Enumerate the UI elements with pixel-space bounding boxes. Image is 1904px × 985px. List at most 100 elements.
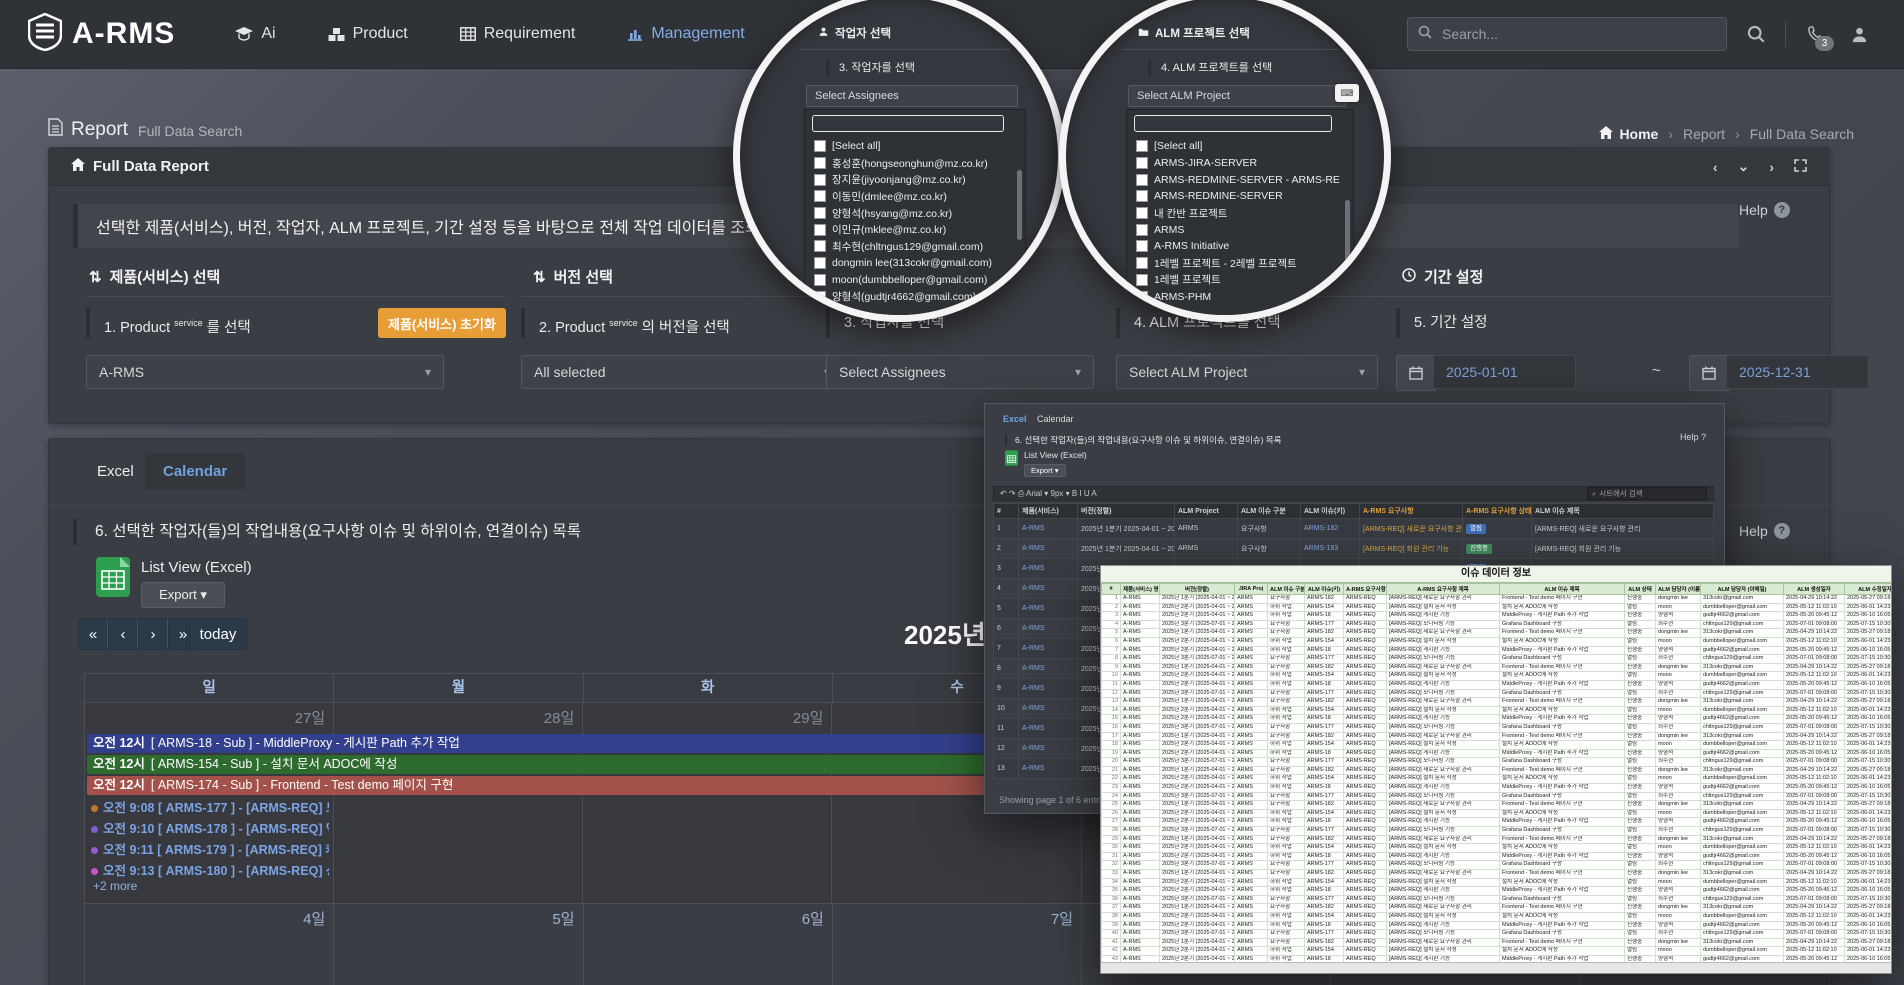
assignee-select[interactable]: Select Assignees: [806, 85, 1018, 107]
help-button[interactable]: Help?: [1739, 202, 1790, 218]
alm-project-option[interactable]: 내 칸반 프로젝트: [1136, 205, 1342, 222]
calendar-dot-event[interactable]: 오전 9:11 [ ARMS-179 ] - [ARMS-REQ] 캐릭: [91, 841, 329, 860]
assignee-option[interactable]: [Select all]: [814, 138, 1014, 155]
collapse-right-icon[interactable]: ›: [1769, 159, 1774, 175]
assignee-select[interactable]: Select Assignees▾: [826, 355, 1094, 389]
checkbox[interactable]: [814, 207, 826, 219]
calendar-day-cell[interactable]: 28일: [334, 703, 583, 903]
checkbox[interactable]: [814, 224, 826, 236]
checkbox[interactable]: [814, 190, 826, 202]
date-from-input[interactable]: 2025-01-01: [1434, 355, 1576, 389]
column-header[interactable]: 버전(정렬): [1078, 504, 1175, 519]
breadcrumb-report[interactable]: Report: [1683, 126, 1725, 142]
chevron-down-icon[interactable]: ⌄: [1738, 158, 1750, 175]
alm-project-select[interactable]: Select ALM Project: [1128, 85, 1346, 107]
calendar-today-button[interactable]: today: [189, 618, 247, 650]
checkbox[interactable]: [814, 274, 826, 286]
user-profile-button[interactable]: [1844, 19, 1874, 49]
tab-calendar[interactable]: Calendar: [145, 453, 245, 490]
calendar-day-cell[interactable]: 29일: [583, 703, 832, 903]
scrollbar[interactable]: [1345, 200, 1350, 270]
collapse-left-icon[interactable]: ‹: [1713, 159, 1718, 175]
assignee-option[interactable]: 홍성훈(hongseonghun@mz.co.kr): [814, 155, 1014, 172]
date-to-calendar-button[interactable]: [1689, 355, 1729, 391]
alm-project-option[interactable]: 1레벨 프로젝트: [1136, 272, 1342, 289]
notifications-button[interactable]: 3: [1800, 19, 1830, 49]
checkbox[interactable]: [1136, 174, 1148, 186]
table-row[interactable]: 1A-RMS2025년 1분기 2025-04-01 ~ 2025-06-30A…: [994, 519, 1714, 539]
version-select[interactable]: All selected▾: [521, 355, 843, 389]
assignee-option[interactable]: 이동민(dmlee@mz.co.kr): [814, 188, 1014, 205]
alm-filter-input[interactable]: [1134, 115, 1332, 132]
help-button[interactable]: Help?: [1739, 523, 1790, 539]
product-select[interactable]: A-RMS▾: [86, 355, 444, 389]
checkbox[interactable]: [814, 174, 826, 186]
assignee-option[interactable]: 이민규(mklee@mz.co.kr): [814, 221, 1014, 238]
alm-project-option[interactable]: A-RMS Initiative: [1136, 238, 1342, 255]
calendar-day-cell[interactable]: 5일: [334, 904, 583, 985]
column-header[interactable]: ALM 이슈(키): [1301, 504, 1360, 519]
nav-item-product[interactable]: Product: [328, 25, 408, 43]
checkbox[interactable]: [814, 140, 826, 152]
checkbox[interactable]: [1136, 240, 1148, 252]
assignee-option[interactable]: moon(dumbbelloper@gmail.com): [814, 272, 1014, 289]
search-submit-button[interactable]: [1741, 19, 1771, 49]
alm-project-option[interactable]: 1레벨 프로젝트 - 2레벨 프로젝트: [1136, 255, 1342, 272]
checkbox[interactable]: [1136, 190, 1148, 202]
checkbox[interactable]: [1136, 224, 1148, 236]
assignee-option[interactable]: 양형석(hsyang@mz.co.kr): [814, 205, 1014, 222]
keyboard-icon[interactable]: ⌨: [1335, 84, 1359, 102]
product-reset-button[interactable]: 제품(서비스) 초기화: [378, 308, 506, 338]
export-button[interactable]: Export ▾: [1024, 464, 1066, 477]
calendar-prev-button[interactable]: ‹: [108, 618, 138, 650]
checkbox[interactable]: [1136, 157, 1148, 169]
calendar-dot-event[interactable]: 오전 9:10 [ ARMS-178 ] - [ARMS-REQ] 엑셀: [91, 820, 329, 839]
alm-project-option[interactable]: ARMS-PHM: [1136, 288, 1342, 305]
nav-item-requirement[interactable]: Requirement: [460, 25, 576, 43]
column-header[interactable]: ALM 이슈 구분: [1238, 504, 1301, 519]
column-header[interactable]: 제품(서비스): [1019, 504, 1078, 519]
assignee-option[interactable]: dongmin lee(313cokr@gmail.com): [814, 255, 1014, 272]
column-header[interactable]: ALM Project: [1175, 504, 1238, 519]
help-button[interactable]: Help ?: [1680, 432, 1706, 442]
checkbox[interactable]: [1136, 140, 1148, 152]
calendar-day-cell[interactable]: 6일: [584, 904, 833, 985]
tab-excel[interactable]: Excel: [1003, 414, 1027, 424]
toolbar-items[interactable]: ↶ ↷ ⎙ Arial ▾ 9px ▾ B I U A: [1000, 489, 1097, 499]
assignee-option[interactable]: 최수현(chltngus129@gmail.com): [814, 238, 1014, 255]
assignee-filter-input[interactable]: [812, 115, 1004, 132]
checkbox[interactable]: [814, 291, 826, 303]
app-logo[interactable]: A-RMS: [28, 13, 175, 56]
calendar-dot-event[interactable]: 오전 9:08 [ ARMS-177 ] - [ARMS-REQ] 모니터: [91, 799, 329, 818]
global-search[interactable]: [1407, 17, 1727, 51]
column-header[interactable]: ALM 이슈 제목: [1532, 504, 1714, 519]
nav-item-management[interactable]: Management: [627, 25, 744, 43]
nav-item-ai[interactable]: Ai: [235, 25, 275, 43]
checkbox[interactable]: [1136, 274, 1148, 286]
alm-project-option[interactable]: ARMS: [1136, 221, 1342, 238]
checkbox[interactable]: [814, 257, 826, 269]
tab-excel[interactable]: Excel: [79, 453, 152, 490]
assignee-option[interactable]: 장지윤(jiyoonjang@mz.co.kr): [814, 171, 1014, 188]
alm-project-option[interactable]: ARMS-REDMINE-SERVER - ARMS-RE: [1136, 171, 1342, 188]
expand-icon[interactable]: [1794, 159, 1807, 175]
breadcrumb-home[interactable]: Home: [1599, 126, 1658, 142]
calendar-more-link[interactable]: +2 more: [93, 879, 137, 893]
alm-project-select[interactable]: Select ALM Project▾: [1116, 355, 1378, 389]
checkbox[interactable]: [1136, 207, 1148, 219]
alm-project-option[interactable]: [Select all]: [1136, 138, 1342, 155]
tab-calendar[interactable]: Calendar: [1037, 414, 1074, 424]
calendar-next-button[interactable]: ›: [138, 618, 168, 650]
search-input[interactable]: [1440, 25, 1716, 43]
column-header[interactable]: A-RMS 요구사항: [1360, 504, 1463, 519]
alm-project-option[interactable]: ARMS-JIRA-SERVER: [1136, 155, 1342, 172]
column-header[interactable]: #: [994, 504, 1019, 519]
checkbox[interactable]: [1136, 257, 1148, 269]
checkbox[interactable]: [814, 240, 826, 252]
sheet-scrollbar[interactable]: [1101, 962, 1891, 973]
alm-project-option[interactable]: ARMS-REDMINE-SERVER: [1136, 188, 1342, 205]
table-row[interactable]: 2A-RMS2025년 1분기 2025-04-01 ~ 2025-06-30A…: [994, 539, 1714, 559]
assignee-option[interactable]: 양형석(gudtjr4662@gmail.com): [814, 288, 1014, 305]
calendar-prev-year-button[interactable]: «: [78, 618, 108, 650]
export-button[interactable]: Export ▾: [141, 582, 225, 608]
